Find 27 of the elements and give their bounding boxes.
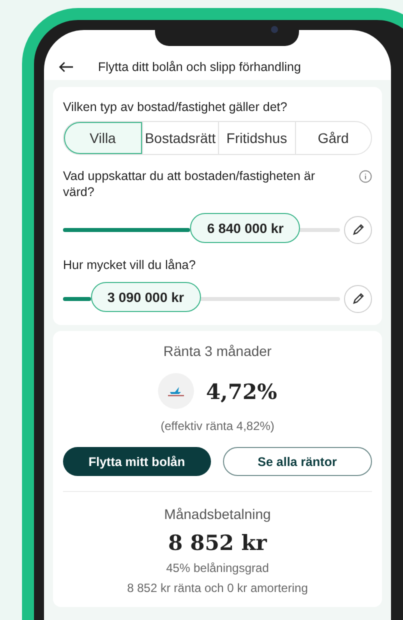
edit-button[interactable] <box>344 216 372 244</box>
effective-rate: (effektiv ränta 4,82%) <box>160 419 274 433</box>
property-type-option[interactable]: Bostadsrätt <box>142 122 218 154</box>
back-arrow-icon[interactable] <box>58 61 74 73</box>
slider-handle[interactable]: 3 090 000 kr <box>90 282 201 312</box>
interest-rate: 4,72% <box>206 378 278 404</box>
edit-button[interactable] <box>344 285 372 313</box>
property-type-option[interactable]: Gård <box>294 122 371 154</box>
slider-handle[interactable]: 6 840 000 kr <box>190 213 300 243</box>
property-type-option[interactable]: Fritidshus <box>218 122 294 154</box>
question-text: Vilken typ av bostad/fastighet gäller det? <box>63 99 288 115</box>
info-icon[interactable] <box>359 170 372 183</box>
pencil-icon <box>351 223 365 237</box>
monthly-payment: 8 852 kr <box>168 530 267 555</box>
rate-title: Ränta 3 månader <box>163 343 272 359</box>
property-type-option[interactable]: Villa <box>64 122 142 154</box>
question-text: Vad uppskattar du att bostaden/fastigheten är värd? <box>63 168 316 200</box>
page-title: Flytta ditt bolån och slipp förhandling <box>98 60 301 74</box>
bird-logo-icon <box>158 373 194 409</box>
move-loan-button[interactable]: Flytta mitt bolån <box>63 447 210 476</box>
question-text: Hur mycket vill du låna? <box>63 257 197 273</box>
loan-to-value: 45% belåningsgrad <box>166 561 269 575</box>
see-rates-button[interactable]: Se alla räntor <box>222 447 372 476</box>
payment-breakdown: 8 852 kr ränta och 0 kr amortering <box>127 581 308 595</box>
camera-icon <box>271 26 278 33</box>
pencil-icon <box>351 292 365 306</box>
payment-title: Månadsbetalning <box>164 506 271 522</box>
